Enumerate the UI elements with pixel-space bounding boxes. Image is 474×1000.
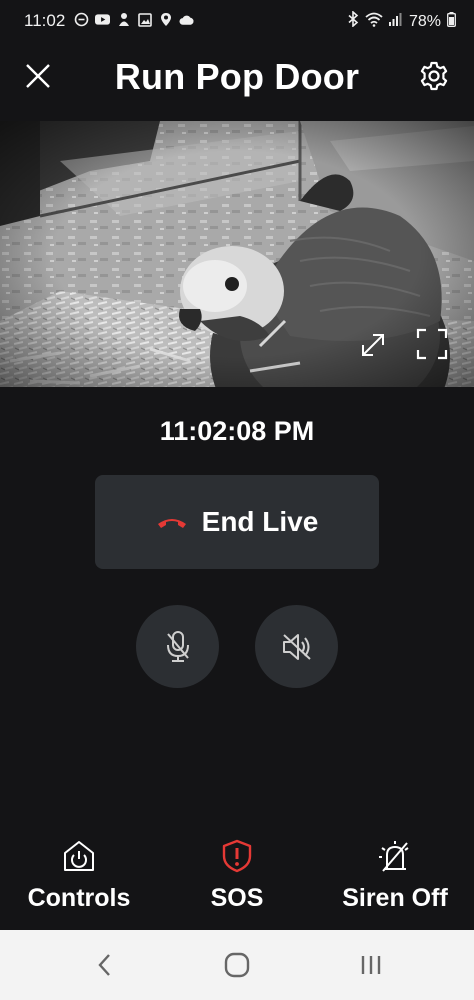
camera-image <box>0 121 474 387</box>
recent-apps-icon <box>361 956 381 974</box>
header: Run Pop Door <box>0 44 474 120</box>
status-time: 11:02 <box>24 11 66 30</box>
fullscreen-button[interactable] <box>416 328 448 360</box>
status-system-icons: 78% <box>347 10 456 32</box>
expand-arrows-icon <box>362 334 384 356</box>
siren-button[interactable]: Siren Off <box>336 830 454 913</box>
youtube-icon <box>95 12 110 27</box>
do-not-disturb-icon <box>74 12 89 27</box>
home-button[interactable] <box>222 950 252 980</box>
location-icon <box>158 12 173 27</box>
controls-label: Controls <box>27 884 131 912</box>
status-notification-icons <box>74 12 194 27</box>
end-live-button[interactable]: End Live <box>95 475 379 569</box>
recent-apps-button[interactable] <box>356 950 386 980</box>
hang-up-icon <box>157 519 186 528</box>
fullscreen-icon <box>416 328 448 360</box>
controls-button[interactable]: Controls <box>20 830 138 913</box>
gallery-icon <box>137 12 152 27</box>
home-power-icon <box>59 836 99 876</box>
sos-button[interactable]: SOS <box>196 830 278 913</box>
wifi-icon <box>365 12 383 32</box>
battery-icon <box>447 11 456 32</box>
page-title: Run Pop Door <box>114 56 360 97</box>
bluetooth-icon <box>347 10 359 32</box>
gear-icon <box>420 61 448 91</box>
siren-off-icon <box>375 836 415 876</box>
cloud-icon <box>179 12 194 27</box>
live-timestamp: 11:02:08 PM <box>159 416 315 446</box>
back-chevron-icon <box>98 954 110 976</box>
settings-button[interactable] <box>416 58 452 94</box>
expand-button[interactable] <box>358 330 388 360</box>
end-live-label: End Live <box>201 506 319 537</box>
system-navigation-bar <box>0 930 474 1000</box>
siren-label: Siren Off <box>342 884 448 912</box>
battery-percent: 78% <box>408 12 441 30</box>
alert-shield-icon <box>217 836 257 876</box>
signal-icon <box>388 12 403 31</box>
sos-label: SOS <box>210 884 264 912</box>
back-button[interactable] <box>90 950 120 980</box>
speaker-toggle-button[interactable] <box>255 605 338 688</box>
status-bar: 11:02 78% <box>0 0 474 44</box>
bottom-action-bar: Controls SOS Siren Off <box>0 830 474 930</box>
microphone-muted-icon <box>166 630 189 662</box>
home-circle-icon <box>224 952 250 978</box>
speaker-muted-icon <box>282 633 311 660</box>
microphone-toggle-button[interactable] <box>136 605 219 688</box>
app-icon <box>116 12 131 27</box>
live-video-feed[interactable] <box>0 121 474 387</box>
